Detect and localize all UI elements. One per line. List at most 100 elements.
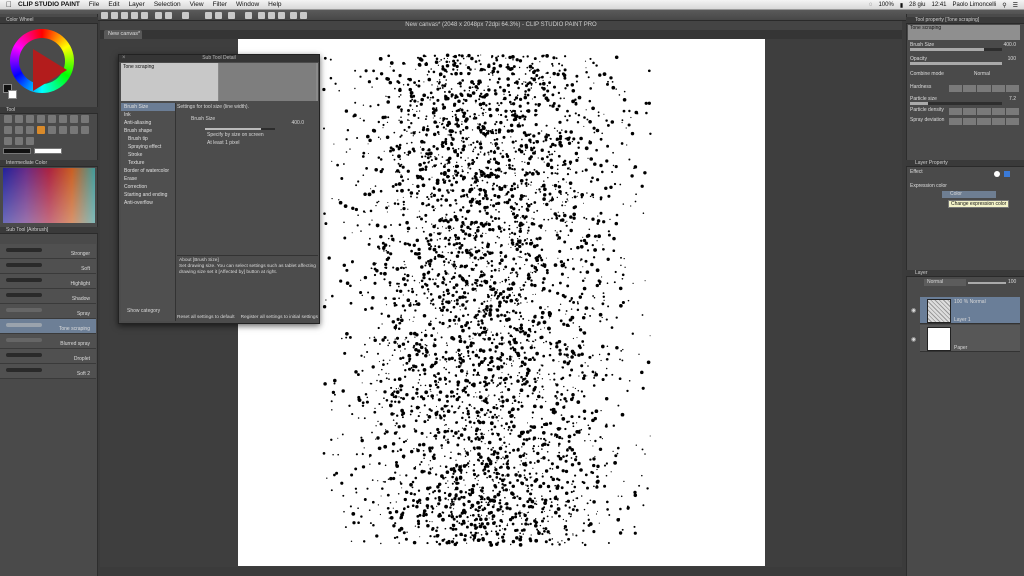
help-icon[interactable]	[290, 12, 297, 19]
register-button[interactable]: Register all settings to initial setting…	[241, 315, 318, 323]
color-wheel-header[interactable]: Color Wheel	[0, 17, 98, 24]
category-item[interactable]: Texture	[121, 159, 175, 167]
decoration-icon[interactable]	[15, 126, 23, 134]
pencil-icon[interactable]	[70, 115, 78, 123]
prop-particle-density[interactable]: Particle density	[910, 107, 1020, 117]
move-icon[interactable]	[15, 115, 23, 123]
ruler-tool-icon[interactable]	[15, 137, 23, 145]
ruler-icon[interactable]	[258, 12, 265, 19]
layer-name[interactable]: Paper	[954, 345, 967, 351]
sub-color-bar[interactable]	[34, 148, 62, 154]
lasso-icon[interactable]	[37, 115, 45, 123]
pen-icon[interactable]	[59, 115, 67, 123]
show-category[interactable]: Show category	[127, 308, 160, 314]
menu-layer[interactable]: Layer	[129, 1, 145, 8]
prop-opacity[interactable]: Opacity 100	[910, 56, 1020, 66]
brush-size-slider[interactable]	[205, 128, 275, 130]
battery-icon[interactable]: ▮	[900, 2, 903, 9]
user-name[interactable]: Paolo Limoncelli	[953, 2, 997, 8]
category-item[interactable]: Anti-aliasing	[121, 119, 175, 127]
hardness-selector[interactable]	[949, 85, 1020, 92]
blend-icon[interactable]	[37, 126, 45, 134]
category-item[interactable]: Ink	[121, 111, 175, 119]
layer-name[interactable]: Layer 1	[954, 317, 971, 323]
option-size-on-screen[interactable]: Specify by size on screen	[177, 131, 318, 139]
airbrush-icon[interactable]	[4, 126, 12, 134]
option-min-pixel[interactable]: At least 1 pixel	[177, 139, 318, 147]
particle-size-bar[interactable]	[910, 102, 1003, 105]
eraser-icon[interactable]	[26, 126, 34, 134]
layer-row-layer1[interactable]: 100 % Normal Layer 1	[920, 297, 1020, 324]
undo-icon[interactable]	[131, 12, 138, 19]
main-color-bar[interactable]	[3, 148, 31, 154]
menu-edit[interactable]: Edit	[108, 1, 119, 8]
search-icon[interactable]: ⚲	[1002, 2, 1006, 9]
subtool-item[interactable]: Soft	[0, 259, 96, 274]
subtool-item[interactable]: Highlight	[0, 274, 96, 289]
menu-file[interactable]: File	[89, 1, 99, 8]
category-item[interactable]: Stroke	[121, 151, 175, 159]
zoom-icon[interactable]	[4, 115, 12, 123]
brush-icon[interactable]	[81, 115, 89, 123]
wifi-icon[interactable]: ◌	[869, 2, 873, 8]
category-item[interactable]: Border of watercolor	[121, 167, 175, 175]
visibility-eye-icon[interactable]: ◉	[911, 336, 916, 343]
category-item[interactable]: Anti-overflow	[121, 199, 175, 207]
category-item[interactable]: Brush tip	[121, 135, 175, 143]
grid-icon[interactable]	[268, 12, 275, 19]
new-icon[interactable]	[101, 12, 108, 19]
selection-icon[interactable]	[26, 115, 34, 123]
apple-icon[interactable]: 	[0, 0, 18, 9]
gradient-icon[interactable]	[59, 126, 67, 134]
clip-icon[interactable]	[228, 12, 235, 19]
settings-icon[interactable]	[300, 12, 307, 19]
menu-filter[interactable]: Filter	[213, 1, 227, 8]
tool-property-header[interactable]: Tool property [Tone scraping]	[906, 17, 1024, 24]
eyedropper-icon[interactable]	[48, 115, 56, 123]
category-item[interactable]: Erase	[121, 175, 175, 183]
prop-value[interactable]: 100	[1008, 56, 1016, 62]
subtool-item[interactable]: Shadow	[0, 289, 96, 304]
redo-icon[interactable]	[141, 12, 148, 19]
balloon-icon[interactable]	[4, 137, 12, 145]
brush-size-value[interactable]: 400.0	[291, 119, 304, 127]
layer-panel-header[interactable]: Layer	[906, 270, 1024, 277]
clear-icon[interactable]	[155, 12, 162, 19]
category-item[interactable]: Starting and ending	[121, 191, 175, 199]
category-item[interactable]: Spraying effect	[121, 143, 175, 151]
figure-icon[interactable]	[70, 126, 78, 134]
subtool-item[interactable]: Droplet	[0, 349, 96, 364]
invert-selection-icon[interactable]	[215, 12, 222, 19]
category-item[interactable]: Brush Size	[121, 103, 175, 111]
layer-opacity-slider[interactable]	[968, 282, 1006, 284]
subtool-item[interactable]: Spray	[0, 304, 96, 319]
reset-button[interactable]: Reset all settings to default	[177, 315, 235, 323]
subtool-item-selected[interactable]: Tone scraping	[0, 319, 96, 334]
blend-mode-select[interactable]: Normal	[924, 279, 966, 286]
intermediate-color-grid[interactable]	[3, 168, 95, 223]
category-item[interactable]: Brush shape	[121, 127, 175, 135]
open-icon[interactable]	[111, 12, 118, 19]
prop-combine-mode[interactable]: Combine mode Normal	[910, 71, 1020, 81]
list-icon[interactable]: ☰	[1013, 2, 1018, 9]
layer-property-header[interactable]: Layer Property	[906, 160, 1024, 167]
prop-brush-size[interactable]: Brush Size 400.0	[910, 42, 1020, 52]
save-icon[interactable]	[121, 12, 128, 19]
menu-selection[interactable]: Selection	[154, 1, 181, 8]
prop-hardness[interactable]: Hardness	[910, 84, 1020, 94]
prop-particle-size[interactable]: Particle size 7.2	[910, 96, 1020, 106]
subtool-item[interactable]: Blurred spray	[0, 334, 96, 349]
spray-deviation-selector[interactable]	[949, 118, 1020, 125]
visibility-eye-icon[interactable]: ◉	[911, 307, 916, 314]
subtool-item[interactable]: Soft 2	[0, 364, 96, 379]
prop-value[interactable]: 7.2	[1009, 96, 1016, 102]
perspective-icon[interactable]	[278, 12, 285, 19]
snap-icon[interactable]	[245, 12, 252, 19]
deselect-icon[interactable]	[205, 12, 212, 19]
subtool-item[interactable]: Stronger	[0, 244, 96, 259]
menu-window[interactable]: Window	[236, 1, 259, 8]
expression-color-select[interactable]: Color	[942, 191, 996, 198]
correct-line-icon[interactable]	[26, 137, 34, 145]
close-icon[interactable]: ×	[122, 55, 126, 61]
menu-view[interactable]: View	[190, 1, 204, 8]
